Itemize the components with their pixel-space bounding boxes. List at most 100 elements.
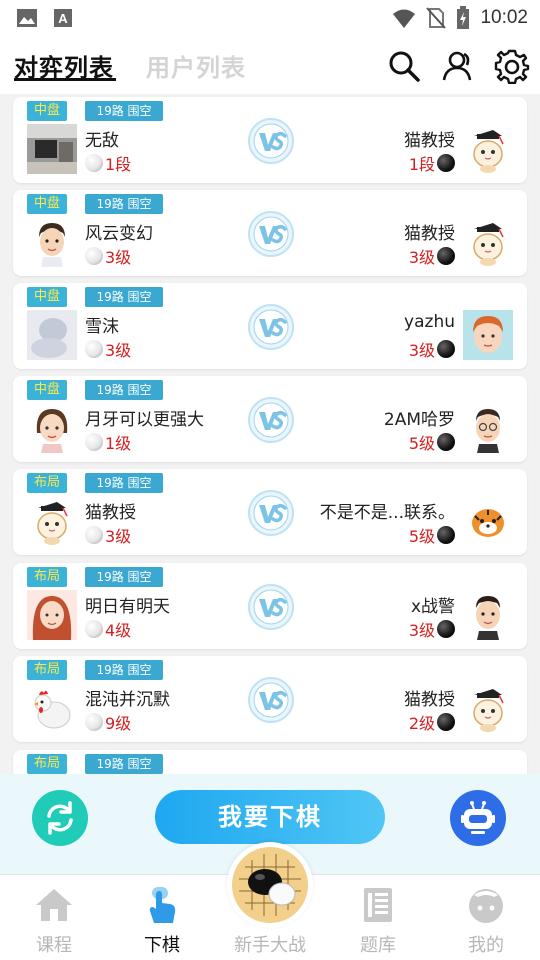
right-player-name: 猫教授 [404,690,455,710]
nav-label-beginner: 新手大战 [234,935,306,956]
robot-icon [461,801,495,834]
right-rank-text: 5级 [408,527,435,546]
beginner-battle-button[interactable] [227,842,313,928]
stage-badge: 中盘 [27,101,67,121]
white-stone-icon [85,620,103,638]
right-player-name: 不是不是...联系。 [319,503,455,523]
right-player-name: 猫教授 [404,131,455,151]
game-card[interactable]: 中盘 19路 围空 雪沫 3级 yazhu 3级 [13,283,527,369]
status-time: 10:02 [480,7,528,28]
vs-icon [247,396,295,444]
stage-badge: 中盘 [27,287,67,307]
nav-label-play: 下棋 [144,935,180,956]
right-rank-text: 2级 [408,714,435,733]
stage-badge: 布局 [27,660,67,680]
stage-badge: 布局 [27,567,67,587]
left-player-avatar[interactable] [27,683,77,733]
white-stone-icon [85,247,103,265]
board-badge: 19路 围空 [85,473,163,493]
black-stone-icon [437,247,455,265]
left-rank-text: 9级 [105,714,132,733]
stage-badge: 中盘 [27,380,67,400]
nav-label-questions: 题库 [360,935,396,956]
black-stone-icon [437,154,455,172]
game-card[interactable]: 布局 19路 围空 混沌并沉默 9级 猫教授 2级 [13,656,527,742]
left-rank-text: 1段 [105,155,132,174]
tap-icon [149,887,176,923]
right-rank-text: 3级 [408,341,435,360]
white-stone-icon [85,340,103,358]
game-card[interactable]: 布局 19路 围空 [13,750,527,774]
right-player-name: 2AM哈罗 [383,410,455,430]
right-player-avatar[interactable] [463,217,513,267]
left-player-rank: 3级 [85,523,131,547]
nav-item-mine[interactable]: 我的 [446,883,526,957]
question-bank-icon [364,888,392,922]
right-player-avatar[interactable] [463,496,513,546]
left-player-avatar[interactable] [27,124,77,174]
stage-badge: 布局 [27,473,67,493]
right-player-avatar[interactable] [463,124,513,174]
black-stone-icon [437,526,455,544]
svg-text:A: A [58,11,68,26]
search-icon[interactable] [386,48,422,84]
right-player-avatar[interactable] [463,403,513,453]
left-player-name: 明日有明天 [85,597,170,617]
left-player-avatar[interactable] [27,403,77,453]
left-rank-text: 1级 [105,434,132,453]
white-stone-icon [85,433,103,451]
game-list[interactable]: 中盘 19路 围空 无敌 1段 猫教授 1段 中盘 19路 围空 风云变幻 3级 猫教授 3级 中盘 19… [0,94,540,774]
nav-label-course: 课程 [36,935,72,956]
right-player-name: 猫教授 [404,224,455,244]
play-button[interactable]: 我要下棋 [155,790,385,844]
left-player-avatar[interactable] [27,217,77,267]
go-board-icon [232,847,308,923]
no-sim-icon [426,7,447,29]
nav-item-questions[interactable]: 题库 [338,883,418,957]
robot-button[interactable] [450,790,506,846]
left-player-avatar[interactable] [27,590,77,640]
right-player-name: x战警 [410,597,455,617]
active-tab-indicator [14,78,116,81]
left-player-name: 猫教授 [85,503,136,523]
refresh-button[interactable] [32,790,88,846]
vs-icon [247,489,295,537]
board-badge: 19路 围空 [85,754,163,774]
right-rank-text: 3级 [408,248,435,267]
nav-item-play[interactable]: 下棋 [122,883,202,957]
board-badge: 19路 围空 [85,101,163,121]
left-player-avatar[interactable] [27,496,77,546]
left-player-rank: 1级 [85,430,131,454]
stage-badge: 布局 [27,754,67,774]
tab-user-list[interactable]: 用户列表 [146,48,246,83]
game-card[interactable]: 中盘 19路 围空 月牙可以更强大 1级 2AM哈罗 5级 [13,376,527,462]
right-player-avatar[interactable] [463,590,513,640]
vs-icon [247,676,295,724]
left-player-avatar[interactable] [27,310,77,360]
game-card[interactable]: 布局 19路 围空 猫教授 3级 不是不是...联系。 5级 [13,469,527,555]
settings-icon[interactable] [494,48,530,84]
game-card[interactable]: 布局 19路 围空 明日有明天 4级 x战警 3级 [13,563,527,649]
left-player-rank: 3级 [85,244,131,268]
black-stone-icon [437,713,455,731]
game-card[interactable]: 中盘 19路 围空 风云变幻 3级 猫教授 3级 [13,190,527,276]
left-player-name: 无敌 [85,131,119,151]
right-player-rank: 3级 [409,244,455,268]
left-player-rank: 1段 [85,151,131,175]
vs-icon [247,583,295,631]
left-player-rank: 4级 [85,617,131,641]
left-player-name: 混沌并沉默 [85,690,170,710]
left-player-rank: 9级 [85,710,131,734]
right-player-avatar[interactable] [463,310,513,360]
friends-icon[interactable] [440,48,476,84]
top-header: 对弈列表 用户列表 [0,36,540,94]
right-player-rank: 2级 [409,710,455,734]
battery-charging-icon [457,6,470,29]
refresh-icon [47,801,73,835]
game-card[interactable]: 中盘 19路 围空 无敌 1段 猫教授 1段 [13,97,527,183]
vs-icon [247,303,295,351]
right-player-avatar[interactable] [463,683,513,733]
left-player-name: 风云变幻 [85,224,153,244]
profile-icon [469,889,503,923]
nav-item-course[interactable]: 课程 [14,883,94,957]
